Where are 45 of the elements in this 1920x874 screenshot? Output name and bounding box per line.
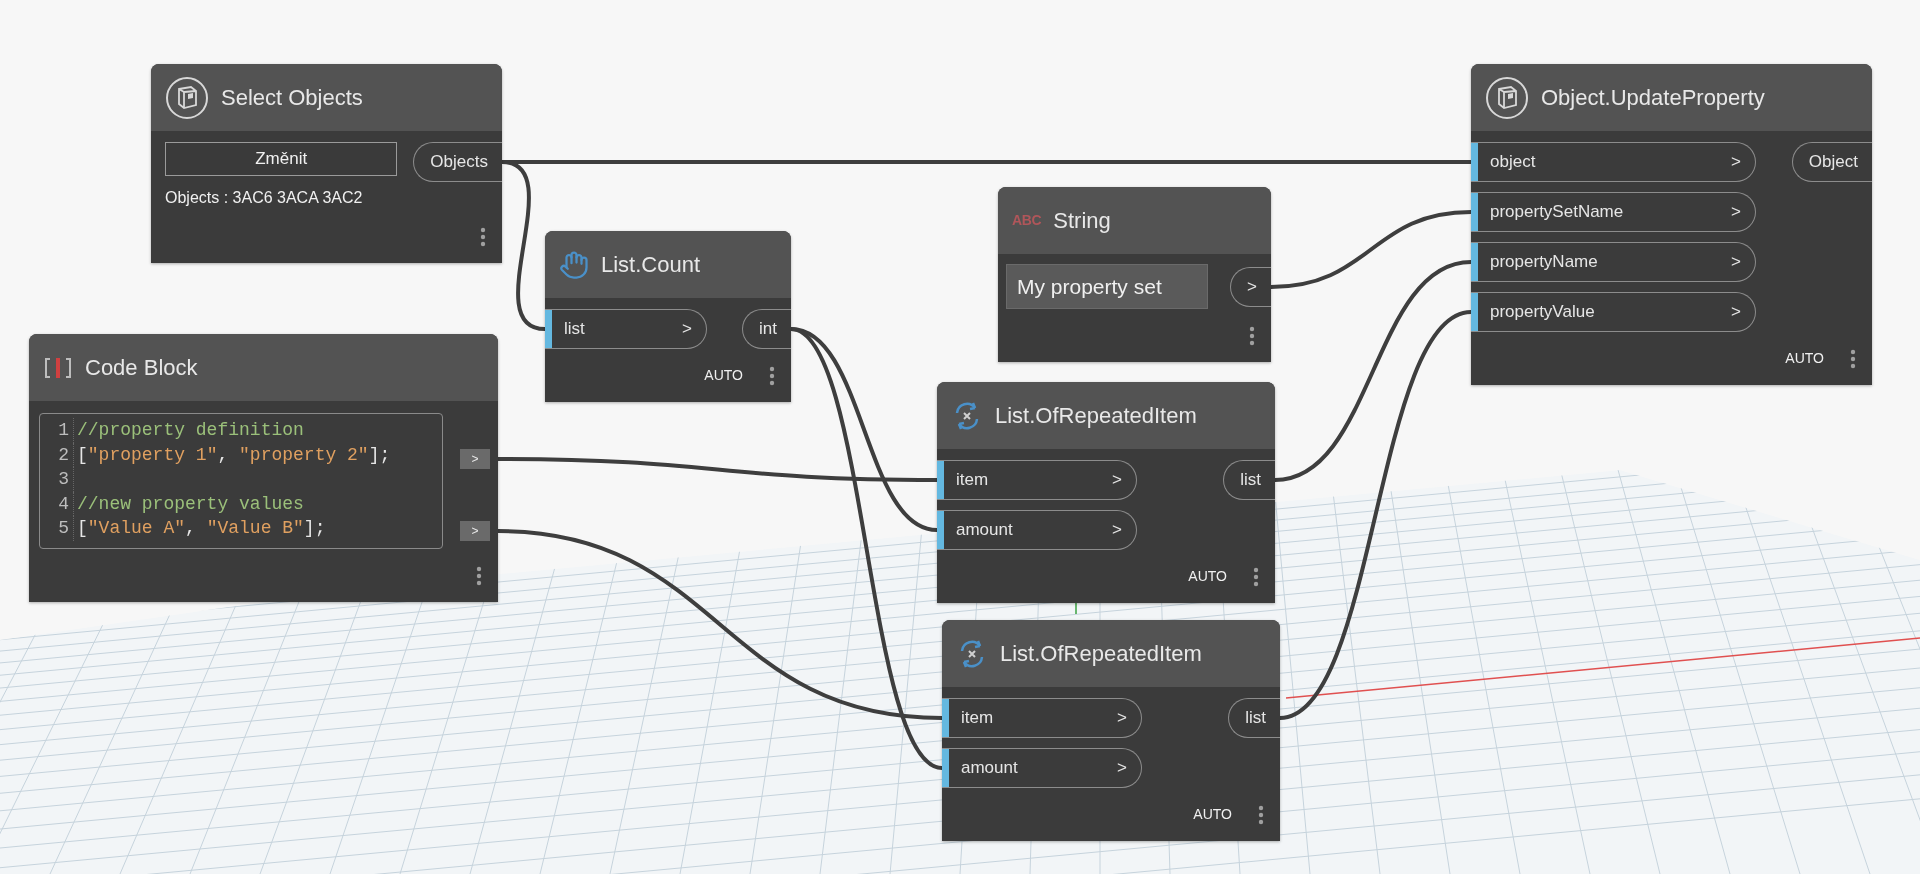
code-line: //new property values <box>76 492 304 516</box>
string-type-icon: ABC <box>1012 210 1042 231</box>
code-line: ["Value A", "Value B"]; <box>76 517 326 540</box>
selection-info: Objects : 3AC6 3ACA 3AC2 <box>165 188 364 208</box>
line-number: 5 <box>40 516 74 541</box>
more-options-icon[interactable] <box>769 365 775 386</box>
more-options-icon[interactable] <box>1249 325 1255 346</box>
lacing-label[interactable]: AUTO <box>1785 348 1824 369</box>
string-input-field[interactable]: My property set <box>1006 264 1208 309</box>
node-title: List.OfRepeatedItem <box>995 402 1197 430</box>
node-title: List.Count <box>601 251 701 279</box>
node-card[interactable]: Object.UpdateProperty object > propertySetName > propertyName > propertyValue > Object AUTO <box>1471 64 1872 385</box>
more-options-icon[interactable] <box>480 226 486 247</box>
more-options-icon[interactable] <box>1253 566 1259 587</box>
node-card[interactable]: List.Count list > int AUTO <box>545 231 791 402</box>
node-title: Code Block <box>85 354 198 382</box>
code-editor[interactable]: 1 //property definition 2 ["property 1", "property 2"]; 3 4 //new property values 5 ["Value A", "Value B"]; <box>39 413 443 549</box>
cube-frame-icon <box>165 75 209 120</box>
node-title: Object.UpdateProperty <box>1541 84 1765 112</box>
node-card[interactable]: List.OfRepeatedItem item > amount > list AUTO <box>937 382 1275 603</box>
node-title: Select Objects <box>221 84 363 112</box>
line-number: 4 <box>40 491 74 516</box>
node-card[interactable]: ABC String My property set > <box>998 187 1271 362</box>
line-number: 2 <box>40 442 74 467</box>
node-card[interactable]: Code Block 1 //property definition 2 ["property 1", "property 2"]; 3 4 //new property values 5 ["Value A", "Value B"]; > > <box>29 334 498 602</box>
lacing-label[interactable]: AUTO <box>1188 566 1227 587</box>
node-card[interactable]: Select Objects Změnit Objects : 3AC6 3ACA 3AC2 Objects <box>151 64 502 263</box>
node-title: String <box>1053 207 1111 235</box>
cube-frame-icon <box>1485 75 1529 120</box>
change-button[interactable]: Změnit <box>165 142 398 176</box>
more-options-icon[interactable] <box>1258 804 1264 825</box>
more-options-icon[interactable] <box>1850 348 1856 369</box>
line-number: 3 <box>40 467 74 492</box>
hand-icon <box>559 249 589 280</box>
line-number: 1 <box>40 418 74 443</box>
code-brackets-icon <box>43 355 73 380</box>
lacing-label[interactable]: AUTO <box>704 365 743 386</box>
output-port[interactable]: > <box>460 449 490 469</box>
more-options-icon[interactable] <box>476 565 482 586</box>
code-line: //property definition <box>76 419 304 442</box>
output-port[interactable]: > <box>460 521 490 541</box>
node-title: List.OfRepeatedItem <box>1000 640 1202 668</box>
lacing-label[interactable]: AUTO <box>1193 804 1232 825</box>
node-card[interactable]: List.OfRepeatedItem item > amount > list AUTO <box>942 620 1280 841</box>
code-line: ["property 1", "property 2"]; <box>76 443 391 467</box>
